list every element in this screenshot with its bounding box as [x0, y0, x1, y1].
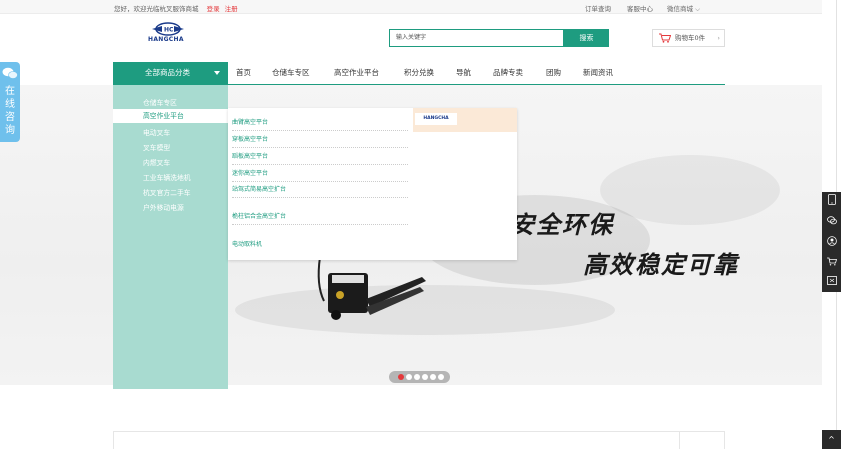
banner-slogan-line2: 高效稳定可靠	[583, 250, 739, 279]
submenu-brand-panel[interactable]: HANGCHA	[413, 108, 517, 132]
carousel-dot[interactable]	[414, 374, 420, 380]
nav-aerial-platform[interactable]: 高空作业平台	[334, 62, 379, 84]
category-item[interactable]: 仓储车专区	[143, 97, 177, 107]
submenu-item[interactable]: 电动取料机	[232, 240, 408, 252]
welcome-area: 您好，欢迎光临杭叉服饰商城 登录 注册	[114, 3, 238, 13]
submenu-item[interactable]: 桅柱铝合金高空扩台	[232, 212, 408, 225]
phone-icon[interactable]	[823, 194, 840, 212]
submenu-item[interactable]: 曲臂高空平台	[232, 118, 408, 131]
carousel-dot[interactable]	[430, 374, 436, 380]
carousel-dot[interactable]	[398, 374, 404, 380]
nav-group-buy[interactable]: 团购	[546, 62, 561, 84]
nav-news[interactable]: 新闻资讯	[583, 62, 613, 84]
submenu-item[interactable]: 站驾式简易高空扩台	[232, 185, 408, 198]
chat-bubble-icon	[2, 67, 18, 79]
carousel-dot[interactable]	[438, 374, 444, 380]
order-query-link[interactable]: 订单查询	[585, 3, 611, 13]
category-item[interactable]: 户外移动电源	[143, 202, 184, 212]
brand-badge: HANGCHA	[415, 113, 457, 125]
top-bar: 您好，欢迎光临杭叉服饰商城 登录 注册 订单查询 客服中心 微信商城 ⌵	[0, 0, 841, 14]
cart-icon[interactable]	[823, 255, 840, 273]
back-to-top-button[interactable]: ^	[822, 430, 841, 449]
all-categories-label: 全部商品分类	[145, 68, 190, 77]
submenu-item[interactable]: 蹈板高空平台	[232, 152, 408, 165]
category-sidebar: 仓储车专区 高空作业平台 电动叉车 叉车模型 内燃叉车 工业车辆洗地机 杭叉官方…	[113, 85, 228, 389]
wechat-mall-link[interactable]: 微信商城 ⌵	[667, 3, 700, 14]
category-item[interactable]: 内燃叉车	[143, 157, 170, 167]
category-item-active[interactable]: 高空作业平台	[113, 109, 228, 123]
login-link[interactable]: 登录	[207, 5, 220, 13]
content-panel	[113, 431, 725, 449]
nav-navigation[interactable]: 导航	[456, 62, 471, 84]
logo[interactable]: HC HANGCHA	[148, 22, 188, 44]
logo-mark-icon: HC	[152, 22, 184, 36]
category-item[interactable]: 杭叉官方二手车	[143, 187, 191, 197]
nav-points-exchange[interactable]: 积分兑换	[404, 62, 434, 84]
search-input[interactable]: 输入关键字	[389, 29, 564, 47]
nav-brand-store[interactable]: 品牌专卖	[493, 62, 523, 84]
submenu-item[interactable]: 迷你高空平台	[232, 169, 408, 182]
category-item[interactable]: 工业车辆洗地机	[143, 172, 191, 182]
carousel-dot[interactable]	[422, 374, 428, 380]
register-link[interactable]: 注册	[225, 5, 238, 13]
cart-label: 购物车0件	[675, 34, 706, 42]
chat-icon[interactable]	[823, 214, 840, 232]
category-submenu: 曲臂高空平台 穿板高空平台 蹈板高空平台 迷你高空平台 站驾式简易高空扩台 桅柱…	[228, 108, 517, 260]
brand-name: HANGCHA	[148, 36, 184, 43]
customer-service-link[interactable]: 客服中心	[627, 3, 653, 13]
nav-warehouse-vehicles[interactable]: 仓储车专区	[272, 62, 310, 84]
user-icon[interactable]	[823, 235, 840, 253]
category-item[interactable]: 电动叉车	[143, 127, 170, 137]
banner-slogan-line1: 安全环保	[510, 210, 614, 239]
panel-divider	[679, 432, 680, 449]
cart-icon	[659, 33, 671, 43]
online-consult-button[interactable]: 在线咨询	[0, 62, 20, 142]
category-item[interactable]: 叉车模型	[143, 142, 170, 152]
caret-down-icon	[214, 71, 220, 75]
cart-button[interactable]: 购物车0件 ›	[652, 29, 725, 47]
submenu-item[interactable]: 穿板高空平台	[232, 135, 408, 148]
all-categories-button[interactable]: 全部商品分类	[113, 62, 228, 84]
chevron-right-icon: ›	[717, 34, 720, 42]
svg-text:HC: HC	[164, 27, 174, 34]
coupon-icon[interactable]	[823, 274, 840, 292]
chevron-up-icon: ^	[828, 435, 835, 444]
nav-home[interactable]: 首页	[236, 62, 251, 84]
pallet-truck-image	[317, 256, 426, 320]
carousel-pagination	[389, 371, 450, 383]
carousel-dot[interactable]	[406, 374, 412, 380]
welcome-text: 您好，欢迎光临杭叉服饰商城	[114, 5, 199, 13]
search-button[interactable]: 搜索	[564, 29, 609, 47]
online-consult-label: 在线咨询	[5, 86, 15, 136]
